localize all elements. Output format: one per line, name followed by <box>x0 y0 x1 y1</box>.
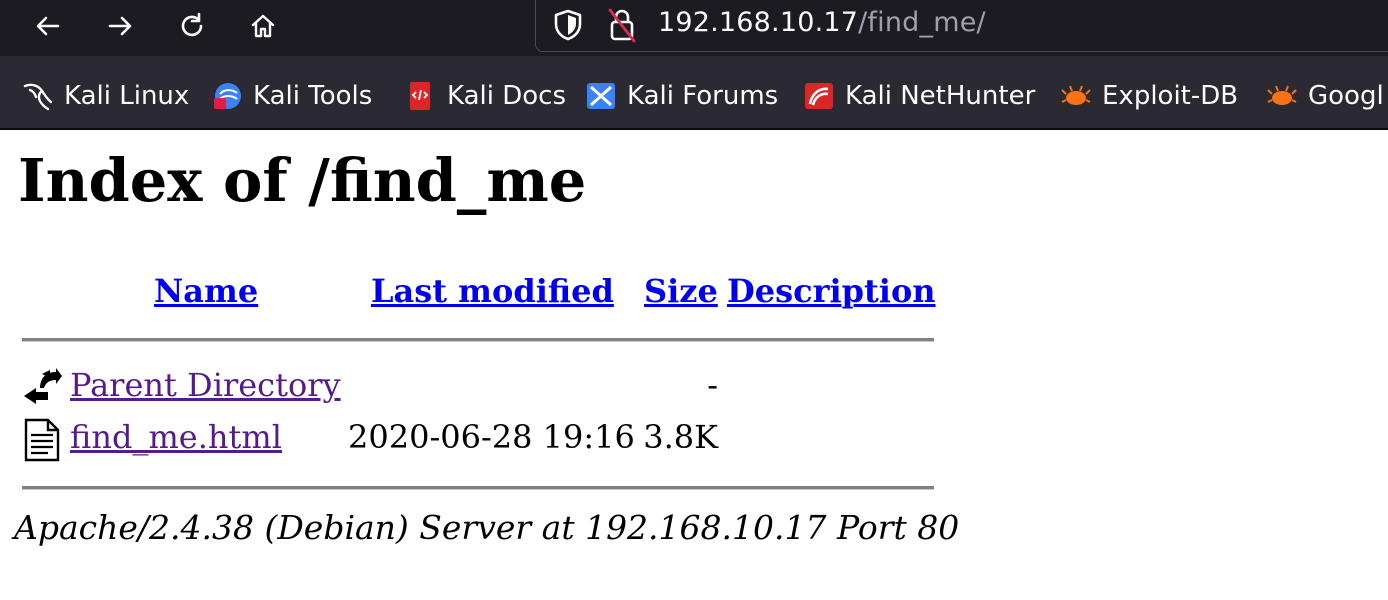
reload-icon <box>181 12 203 37</box>
table-divider-top <box>22 338 934 342</box>
bookmark-label: Googl <box>1308 81 1384 111</box>
parent-directory-link[interactable]: Parent Directory <box>70 366 341 404</box>
url-text[interactable]: 192.168.10.17/find_me/ <box>658 7 986 38</box>
bookmark-exploit-db[interactable]: Exploit-DB <box>1060 72 1238 120</box>
sort-by-last-modified-link[interactable]: Last modified <box>371 272 614 310</box>
table-row: Parent Directory - <box>20 366 940 412</box>
kali-docs-icon <box>410 82 430 110</box>
bookmark-google-hacking-db[interactable]: Googl <box>1266 72 1384 120</box>
home-icon <box>251 14 275 38</box>
bookmark-label: Kali Docs <box>447 81 567 111</box>
bookmark-kali-linux[interactable]: Kali Linux <box>22 72 189 120</box>
bookmark-label: Kali Forums <box>627 81 779 111</box>
home-button[interactable] <box>241 6 285 46</box>
row-modified: 2020-06-28 19:16 <box>348 418 635 456</box>
tracking-protection-shield-icon[interactable] <box>552 8 584 42</box>
kali-nethunter-icon <box>805 83 833 109</box>
back-button[interactable] <box>26 6 70 46</box>
find-me-html-link[interactable]: find_me.html <box>70 418 282 456</box>
back-folder-icon <box>24 368 62 404</box>
url-host: 192.168.10.17 <box>658 7 859 38</box>
kali-forums-icon <box>587 83 615 109</box>
bookmark-kali-forums[interactable]: Kali Forums <box>585 72 778 120</box>
bookmark-kali-docs[interactable]: Kali Docs <box>405 72 566 120</box>
google-hacking-db-icon <box>1267 85 1297 105</box>
bookmarks-toolbar: Kali Linux Kali Tools Kali Docs Kali For… <box>0 72 1388 120</box>
navigation-bar: 192.168.10.17/find_me/ <box>0 0 1388 56</box>
url-path: /find_me/ <box>858 7 986 38</box>
forward-button[interactable] <box>98 6 142 46</box>
row-size: 3.8K <box>643 418 718 456</box>
back-arrow-icon <box>36 16 60 36</box>
browser-toolbar: 192.168.10.17/find_me/ Kali Linux Kali T… <box>0 0 1388 130</box>
kali-tools-icon <box>214 83 241 109</box>
row-size: - <box>707 366 718 404</box>
bookmark-kali-nethunter[interactable]: Kali NetHunter <box>803 72 1035 120</box>
bookmark-label: Exploit-DB <box>1102 81 1239 111</box>
exploit-db-icon <box>1061 85 1091 105</box>
insecure-lock-icon[interactable] <box>606 6 638 44</box>
bookmark-label: Kali Tools <box>253 81 373 111</box>
text-file-icon <box>24 418 60 462</box>
sort-by-size-link[interactable]: Size <box>644 272 718 310</box>
bookmark-kali-tools[interactable]: Kali Tools <box>211 72 372 120</box>
bookmark-label: Kali NetHunter <box>845 81 1036 111</box>
reload-button[interactable] <box>170 6 214 46</box>
page-title: Index of /find_me <box>18 146 587 215</box>
bookmark-label: Kali Linux <box>64 81 190 111</box>
kali-dragon-icon <box>23 83 53 111</box>
table-divider-bottom <box>22 486 934 490</box>
sort-by-description-link[interactable]: Description <box>727 272 936 310</box>
url-bar[interactable]: 192.168.10.17/find_me/ <box>535 0 1388 52</box>
server-signature: Apache/2.4.38 (Debian) Server at 192.168… <box>14 508 960 547</box>
sort-by-name-link[interactable]: Name <box>154 272 258 310</box>
forward-arrow-icon <box>108 16 132 36</box>
table-row: find_me.html 2020-06-28 19:16 3.8K <box>20 418 940 464</box>
